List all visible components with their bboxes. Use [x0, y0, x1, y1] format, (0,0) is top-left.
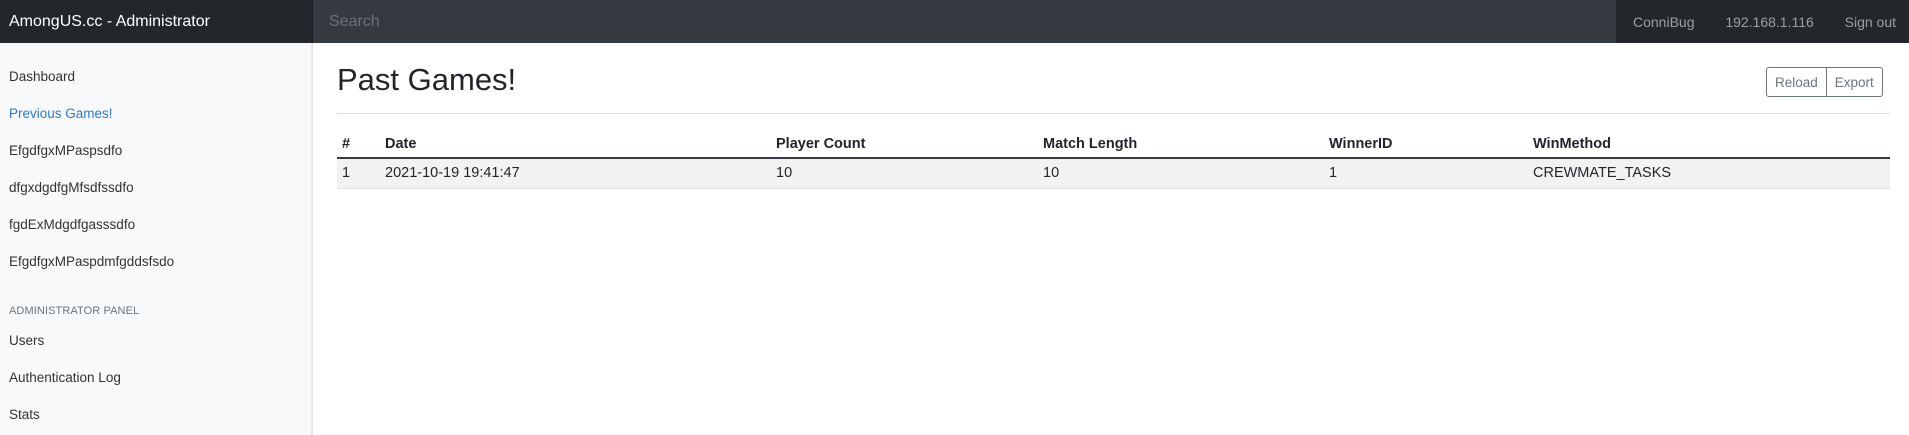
admin-panel-heading: ADMINISTRATOR PANEL	[9, 305, 140, 317]
sidebar-item-stats[interactable]: Stats	[9, 407, 40, 422]
column-header-date: Date	[380, 131, 771, 159]
sidebar-item-6[interactable]: EfgdfgxMPaspdmfgddsfsdo	[9, 254, 174, 269]
title-divider	[337, 113, 1890, 114]
cell-date: 2021-10-19 19:41:47	[380, 158, 771, 189]
column-header-win-method: WinMethod	[1528, 131, 1890, 159]
sign-out-link[interactable]: Sign out	[1845, 14, 1896, 30]
main-content: Past Games! Reload Export # Date Player …	[313, 43, 1909, 435]
sidebar-item-4[interactable]: dfgxdgdfgMfsdfssdfo	[9, 180, 134, 195]
cell-player-count: 10	[771, 158, 1038, 189]
cell-match-length: 10	[1038, 158, 1324, 189]
sidebar-item-dashboard[interactable]: Dashboard	[9, 69, 75, 84]
search-input[interactable]	[329, 0, 1616, 43]
cell-win-method: CREWMATE_TASKS	[1528, 158, 1890, 189]
user-nav: ConniBug 192.168.1.116 Sign out	[1616, 0, 1909, 43]
table-header-row: # Date Player Count Match Length WinnerI…	[337, 131, 1890, 159]
games-table: # Date Player Count Match Length WinnerI…	[337, 131, 1890, 189]
toolbar-button-group: Reload Export	[1766, 67, 1883, 97]
username-link[interactable]: ConniBug	[1633, 14, 1695, 30]
column-header-number: #	[337, 131, 380, 159]
table-row: 1 2021-10-19 19:41:47 10 10 1 CREWMATE_T…	[337, 158, 1890, 189]
search-bar	[313, 0, 1616, 43]
column-header-match-length: Match Length	[1038, 131, 1324, 159]
sidebar-item-users[interactable]: Users	[9, 333, 44, 348]
brand-link[interactable]: AmongUS.cc - Administrator	[0, 0, 313, 43]
page-title: Past Games!	[337, 62, 517, 97]
top-navbar: AmongUS.cc - Administrator ConniBug 192.…	[0, 0, 1909, 43]
sidebar-item-5[interactable]: fgdExMdgdfgasssdfo	[9, 217, 135, 232]
reload-button[interactable]: Reload	[1766, 67, 1827, 97]
sidebar: Dashboard Previous Games! EfgdfgxMPaspsd…	[0, 43, 313, 435]
column-header-winner-id: WinnerID	[1324, 131, 1528, 159]
sidebar-item-previous-games[interactable]: Previous Games!	[9, 106, 113, 121]
sidebar-item-3[interactable]: EfgdfgxMPaspsdfo	[9, 143, 122, 158]
cell-number: 1	[337, 158, 380, 189]
cell-winner-id: 1	[1324, 158, 1528, 189]
export-button[interactable]: Export	[1826, 67, 1883, 97]
column-header-player-count: Player Count	[771, 131, 1038, 159]
sidebar-item-authentication-log[interactable]: Authentication Log	[9, 370, 121, 385]
ip-address-link[interactable]: 192.168.1.116	[1725, 14, 1814, 30]
